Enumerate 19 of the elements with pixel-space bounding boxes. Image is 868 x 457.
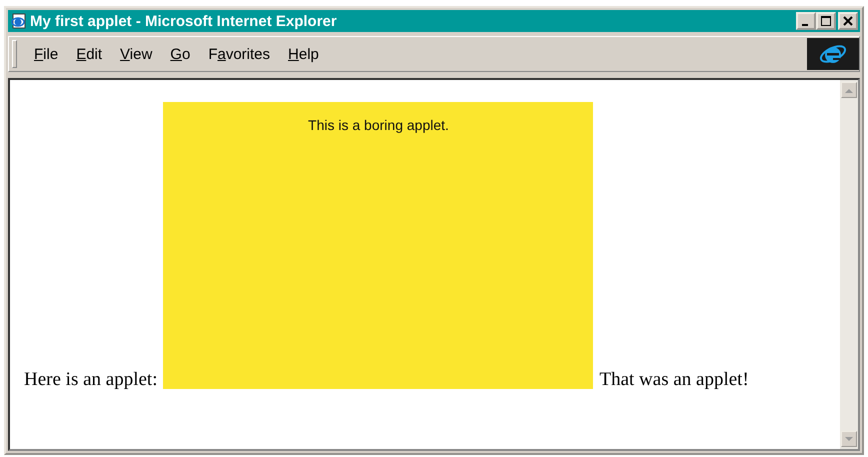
browser-icon xyxy=(10,13,26,29)
menu-item[interactable]: File xyxy=(27,44,66,64)
close-button[interactable] xyxy=(838,12,858,30)
close-icon xyxy=(843,16,853,26)
maximize-icon xyxy=(821,16,831,26)
applet-text: This is a boring applet. xyxy=(308,117,449,133)
page-text: Here is an applet: xyxy=(24,371,158,389)
down-arrow-icon xyxy=(845,436,853,442)
menu-item[interactable]: Go xyxy=(163,44,198,64)
menu-item[interactable]: View xyxy=(113,44,160,64)
window-title: My first applet - Microsoft Internet Explorer xyxy=(30,12,338,30)
menu-item[interactable]: Edit xyxy=(69,44,110,64)
maximize-button[interactable] xyxy=(816,12,836,30)
minimize-icon xyxy=(802,24,808,26)
page-text: That was an applet! xyxy=(599,371,749,389)
menu-item[interactable]: Favorites xyxy=(201,44,278,64)
minimize-button[interactable] xyxy=(796,12,816,30)
up-arrow-icon xyxy=(845,88,853,92)
menu-item[interactable]: Help xyxy=(281,44,326,64)
